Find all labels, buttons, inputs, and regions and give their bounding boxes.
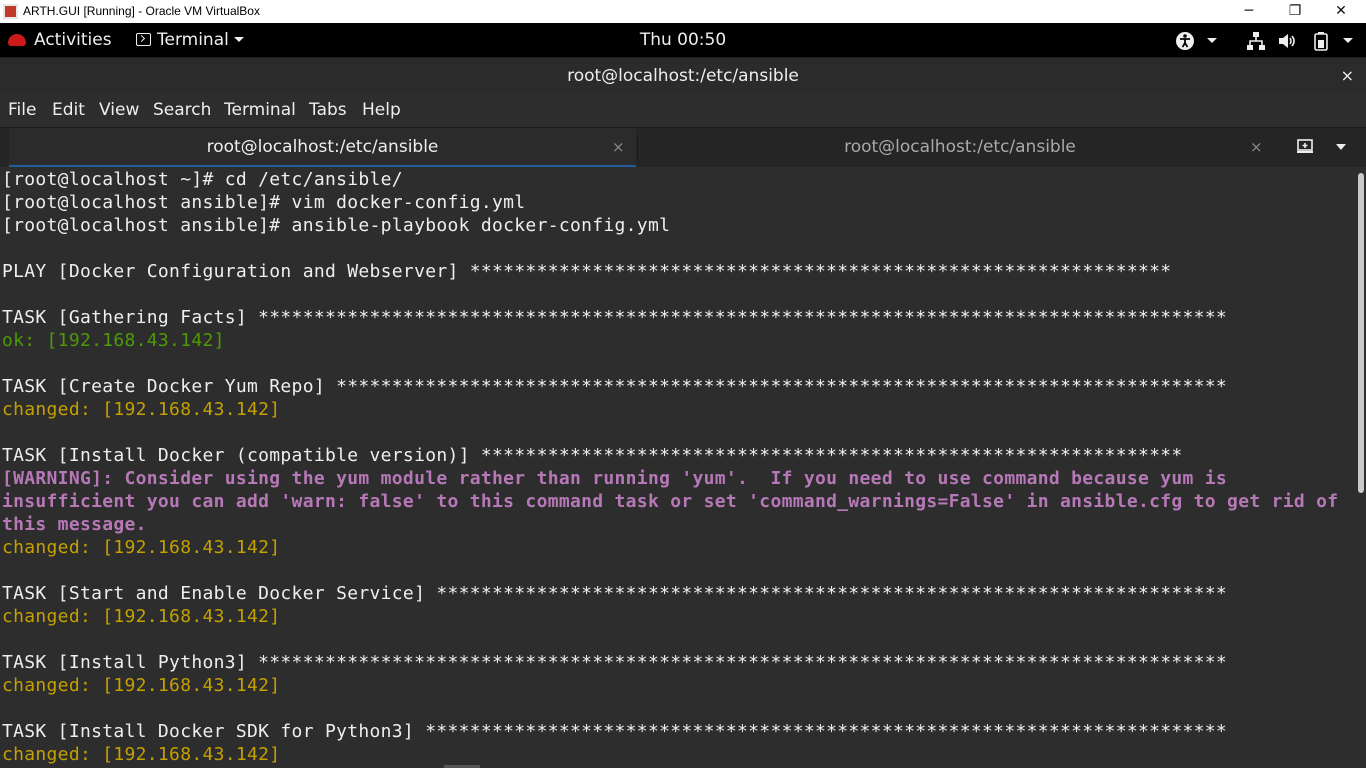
tab-close-icon[interactable]: × bbox=[612, 128, 625, 166]
terminal-line: TASK [Install Docker SDK for Python3] **… bbox=[2, 721, 1228, 742]
menu-view[interactable]: View bbox=[99, 93, 139, 127]
menu-search[interactable]: Search bbox=[153, 93, 211, 127]
terminal-line: [root@localhost ansible]# ansible-playbo… bbox=[2, 215, 671, 236]
close-button[interactable]: ✕ bbox=[1318, 0, 1364, 23]
terminal-close-icon[interactable]: × bbox=[1341, 58, 1354, 94]
tab-label: root@localhost:/etc/ansible bbox=[844, 137, 1076, 157]
virtualbox-window-title: ARTH.GUI [Running] - Oracle VM VirtualBo… bbox=[23, 4, 260, 18]
minimize-button[interactable]: ─ bbox=[1226, 0, 1272, 23]
gnome-top-bar: Activities Terminal Thu 00:50 bbox=[0, 23, 1366, 57]
terminal-line: [root@localhost ansible]# vim docker-con… bbox=[2, 192, 526, 213]
accessibility-menu-caret-icon[interactable] bbox=[1207, 38, 1217, 43]
terminal-window-title: root@localhost:/etc/ansible bbox=[567, 66, 799, 86]
terminal-line: this message. bbox=[2, 514, 147, 535]
tab-close-icon[interactable]: × bbox=[1250, 128, 1263, 166]
volume-icon[interactable] bbox=[1277, 31, 1297, 49]
terminal-line: changed: [192.168.43.142] bbox=[2, 399, 281, 420]
terminal-line: changed: [192.168.43.142] bbox=[2, 675, 281, 696]
terminal-line: TASK [Start and Enable Docker Service] *… bbox=[2, 583, 1228, 604]
accessibility-icon[interactable] bbox=[1175, 31, 1195, 50]
terminal-line: [WARNING]: Consider using the yum module… bbox=[2, 468, 1228, 489]
new-tab-icon[interactable] bbox=[1296, 138, 1314, 156]
power-menu-icon[interactable] bbox=[1343, 38, 1353, 43]
terminal-line: changed: [192.168.43.142] bbox=[2, 744, 281, 765]
terminal-line: [root@localhost ~]# cd /etc/ansible/ bbox=[2, 169, 403, 190]
menu-file[interactable]: File bbox=[8, 93, 36, 127]
terminal-output[interactable]: [root@localhost ~]# cd /etc/ansible/[roo… bbox=[0, 167, 1356, 768]
tab-inactive[interactable]: root@localhost:/etc/ansible × bbox=[638, 128, 1282, 168]
terminal-menubar: File Edit View Search Terminal Tabs Help bbox=[0, 93, 1366, 127]
terminal-header-bar: root@localhost:/etc/ansible × bbox=[0, 57, 1366, 94]
scrollbar-thumb[interactable] bbox=[1358, 173, 1364, 493]
virtualbox-app-icon bbox=[3, 4, 18, 19]
restore-button[interactable]: ❐ bbox=[1272, 0, 1318, 23]
clock[interactable]: Thu 00:50 bbox=[0, 23, 1366, 57]
terminal-line: changed: [192.168.43.142] bbox=[2, 606, 281, 627]
terminal-line: insufficient you can add 'warn: false' t… bbox=[2, 491, 1339, 512]
menu-edit[interactable]: Edit bbox=[52, 93, 85, 127]
terminal-lines: [root@localhost ~]# cd /etc/ansible/[roo… bbox=[2, 168, 1338, 766]
virtualbox-title-bar: ARTH.GUI [Running] - Oracle VM VirtualBo… bbox=[0, 0, 1366, 23]
terminal-tab-bar: root@localhost:/etc/ansible × root@local… bbox=[0, 127, 1366, 168]
battery-icon[interactable] bbox=[1311, 31, 1331, 51]
network-icon[interactable] bbox=[1246, 31, 1266, 50]
terminal-line: ok: [192.168.43.142] bbox=[2, 330, 225, 351]
terminal-line: changed: [192.168.43.142] bbox=[2, 537, 281, 558]
terminal-line: TASK [Create Docker Yum Repo] **********… bbox=[2, 376, 1228, 397]
tab-label: root@localhost:/etc/ansible bbox=[206, 137, 439, 157]
terminal-line: TASK [Install Python3] *****************… bbox=[2, 652, 1228, 673]
terminal-line: PLAY [Docker Configuration and Webserver… bbox=[2, 261, 1172, 282]
tab-active[interactable]: root@localhost:/etc/ansible × bbox=[9, 128, 636, 168]
tabs-menu-chevron-down-icon[interactable] bbox=[1336, 144, 1346, 150]
menu-tabs[interactable]: Tabs bbox=[309, 93, 347, 127]
menu-help[interactable]: Help bbox=[362, 93, 401, 127]
terminal-line: TASK [Gathering Facts] *****************… bbox=[2, 307, 1228, 328]
terminal-scrollbar[interactable] bbox=[1356, 167, 1366, 768]
menu-terminal[interactable]: Terminal bbox=[224, 93, 296, 127]
terminal-line: TASK [Install Docker (compatible version… bbox=[2, 445, 1183, 466]
